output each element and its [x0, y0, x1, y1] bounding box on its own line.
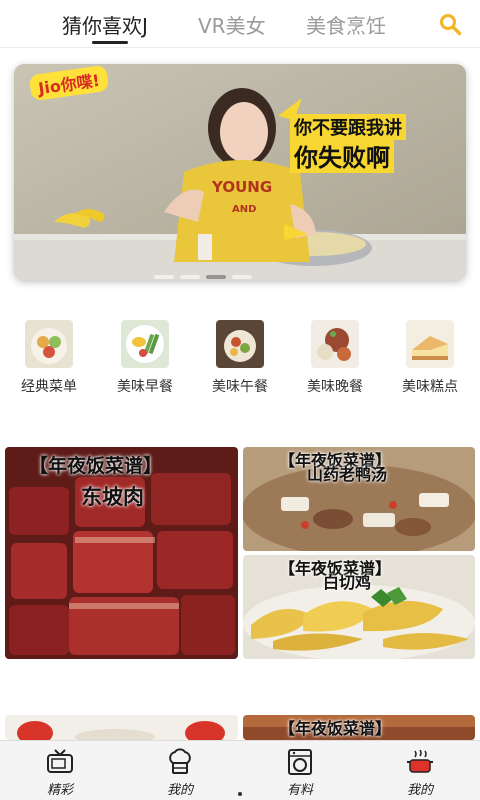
home-indicator-dot — [238, 792, 242, 796]
breakfast-dish-icon — [121, 320, 169, 368]
carousel-dot[interactable] — [232, 275, 252, 279]
nav-label: 我的 — [406, 783, 433, 798]
chef-hat-icon — [169, 748, 191, 774]
cake-dish-icon — [406, 320, 454, 368]
nav-label: 我的 — [166, 783, 193, 798]
bottom-nav-bar: 精彩 我的 有料 我的 — [0, 740, 480, 800]
hero-caption-line2: 你失败啊 — [290, 138, 394, 173]
recipe-card-dongpo-pork[interactable]: 【年夜饭菜谱】 东坡肉 — [5, 447, 238, 659]
active-tab-indicator — [92, 41, 128, 44]
recipe-image-dongpo-pork — [5, 447, 238, 659]
recipe-card-partial-left[interactable] — [5, 715, 238, 740]
carousel-dot[interactable] — [154, 275, 174, 279]
tab-guess-you-like[interactable]: 猜你喜欢J — [62, 10, 148, 39]
category-label: 美味糕点 — [402, 379, 458, 395]
recipe-card-subtitle: 白切鸡 — [323, 573, 372, 592]
classic-menu-dish-icon — [25, 320, 73, 368]
recipe-card-subtitle: 东坡肉 — [81, 485, 144, 509]
category-label: 美味午餐 — [212, 379, 268, 395]
carousel-indicator — [154, 264, 258, 279]
tv-icon — [47, 749, 73, 773]
recipe-card-yam-duck-soup[interactable]: 【年夜饭菜谱】 山药老鸭汤 — [243, 447, 475, 551]
dinner-dish-icon — [311, 320, 359, 368]
recipe-card-title: 【年夜饭菜谱】 — [29, 455, 163, 477]
tab-vr-beauty[interactable]: VR美女 — [198, 10, 266, 39]
category-label: 美味早餐 — [117, 379, 173, 395]
category-pastry[interactable]: 美味糕点 — [383, 320, 477, 396]
recipe-card-title: 【年夜饭菜谱】 — [279, 719, 392, 738]
category-label: 经典菜单 — [21, 379, 77, 395]
category-label: 美味晚餐 — [307, 379, 363, 395]
recipe-card-partial-right[interactable]: 【年夜饭菜谱】 — [243, 715, 475, 740]
hero-caption-line1: 你不要跟我讲 — [290, 114, 406, 140]
shirt-text-young: YOUNG — [211, 178, 272, 196]
category-breakfast[interactable]: 美味早餐 — [98, 320, 192, 396]
shirt-text-and: AND — [232, 204, 256, 215]
category-classic-menu[interactable]: 经典菜单 — [2, 320, 96, 396]
hero-banner[interactable]: YOUNG AND Jio你喋! 你不要跟我讲 你失败啊 — [14, 64, 466, 280]
search-icon[interactable] — [438, 12, 462, 36]
nav-label: 精彩 — [46, 783, 73, 798]
hero-video-thumbnail: YOUNG AND — [14, 64, 466, 280]
carousel-dot[interactable] — [206, 275, 226, 279]
category-row: 经典菜单 美味早餐 美味午餐 美味晚餐 美味糕点 — [0, 320, 480, 406]
recipe-card-white-cut-chicken[interactable]: 【年夜饭菜谱】 白切鸡 — [243, 555, 475, 659]
washing-machine-icon — [288, 749, 312, 775]
recipe-image-partial-left — [5, 715, 238, 740]
category-lunch[interactable]: 美味午餐 — [193, 320, 287, 396]
recipe-card-subtitle: 山药老鸭汤 — [307, 465, 388, 484]
nav-item-highlights[interactable]: 精彩 — [30, 747, 90, 798]
top-tab-bar: 猜你喜欢J VR美女 美食烹饪 — [0, 0, 480, 48]
lunch-dish-icon — [216, 320, 264, 368]
category-dinner[interactable]: 美味晚餐 — [288, 320, 382, 396]
nav-item-content[interactable]: 有料 — [270, 747, 330, 798]
cooking-pot-icon — [407, 749, 433, 773]
nav-item-mine-2[interactable]: 我的 — [390, 747, 450, 798]
nav-label: 有料 — [286, 783, 313, 798]
nav-item-mine[interactable]: 我的 — [150, 747, 210, 798]
tab-food-cooking[interactable]: 美食烹饪 — [306, 10, 386, 39]
carousel-dot[interactable] — [180, 275, 200, 279]
